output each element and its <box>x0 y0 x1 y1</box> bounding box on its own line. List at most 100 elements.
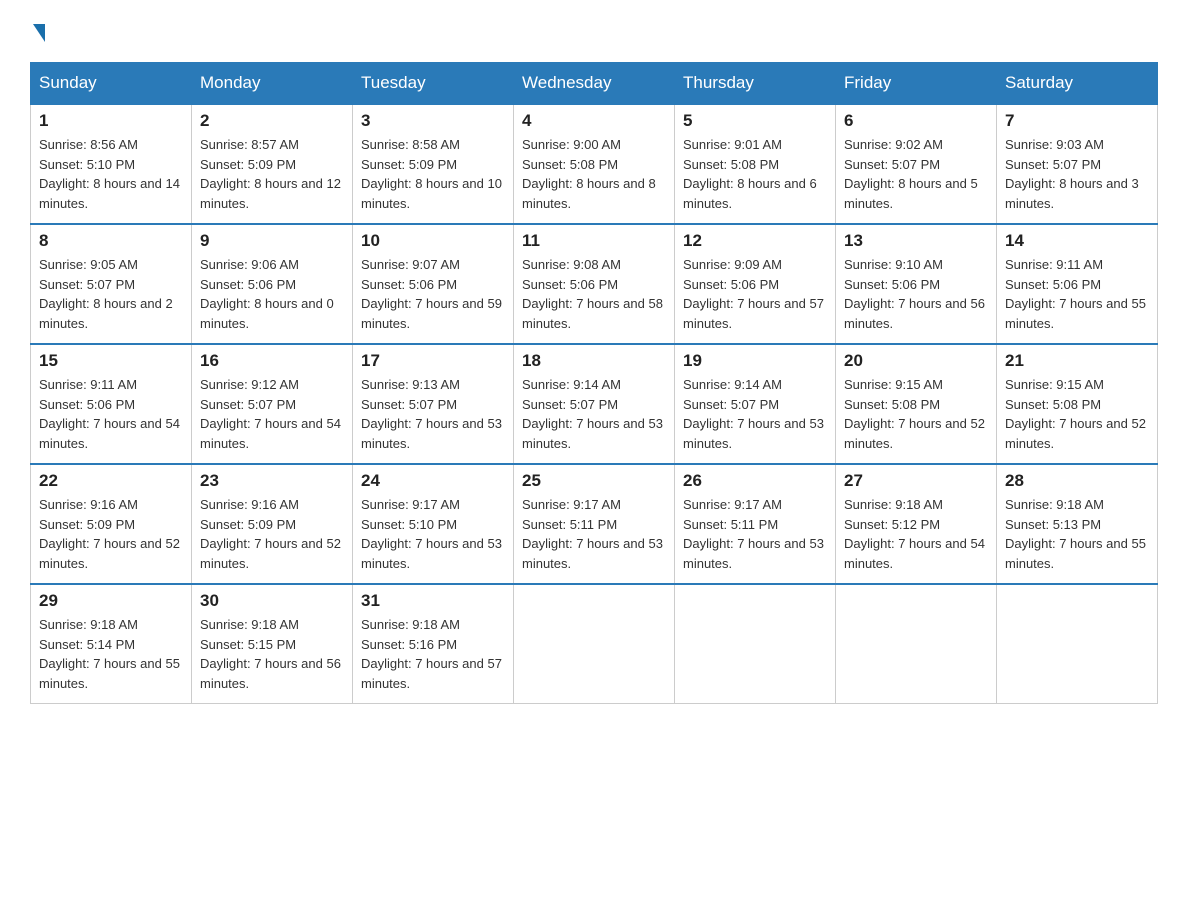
day-number: 7 <box>1005 111 1149 131</box>
day-number: 27 <box>844 471 988 491</box>
calendar-week-1: 1 Sunrise: 8:56 AM Sunset: 5:10 PM Dayli… <box>31 104 1158 224</box>
calendar-cell: 17 Sunrise: 9:13 AM Sunset: 5:07 PM Dayl… <box>353 344 514 464</box>
calendar-cell: 3 Sunrise: 8:58 AM Sunset: 5:09 PM Dayli… <box>353 104 514 224</box>
day-info: Sunrise: 9:18 AM Sunset: 5:13 PM Dayligh… <box>1005 495 1149 573</box>
day-info: Sunrise: 9:17 AM Sunset: 5:11 PM Dayligh… <box>683 495 827 573</box>
day-number: 20 <box>844 351 988 371</box>
calendar-cell <box>514 584 675 704</box>
day-number: 29 <box>39 591 183 611</box>
day-info: Sunrise: 9:12 AM Sunset: 5:07 PM Dayligh… <box>200 375 344 453</box>
header-wednesday: Wednesday <box>514 63 675 105</box>
calendar-cell: 13 Sunrise: 9:10 AM Sunset: 5:06 PM Dayl… <box>836 224 997 344</box>
day-info: Sunrise: 9:07 AM Sunset: 5:06 PM Dayligh… <box>361 255 505 333</box>
calendar-cell: 8 Sunrise: 9:05 AM Sunset: 5:07 PM Dayli… <box>31 224 192 344</box>
calendar-cell: 19 Sunrise: 9:14 AM Sunset: 5:07 PM Dayl… <box>675 344 836 464</box>
day-info: Sunrise: 9:09 AM Sunset: 5:06 PM Dayligh… <box>683 255 827 333</box>
calendar-cell: 4 Sunrise: 9:00 AM Sunset: 5:08 PM Dayli… <box>514 104 675 224</box>
day-info: Sunrise: 9:14 AM Sunset: 5:07 PM Dayligh… <box>522 375 666 453</box>
day-number: 25 <box>522 471 666 491</box>
day-info: Sunrise: 9:03 AM Sunset: 5:07 PM Dayligh… <box>1005 135 1149 213</box>
day-number: 16 <box>200 351 344 371</box>
calendar-cell: 6 Sunrise: 9:02 AM Sunset: 5:07 PM Dayli… <box>836 104 997 224</box>
calendar-cell: 9 Sunrise: 9:06 AM Sunset: 5:06 PM Dayli… <box>192 224 353 344</box>
day-number: 24 <box>361 471 505 491</box>
day-info: Sunrise: 8:57 AM Sunset: 5:09 PM Dayligh… <box>200 135 344 213</box>
day-info: Sunrise: 9:18 AM Sunset: 5:15 PM Dayligh… <box>200 615 344 693</box>
day-number: 26 <box>683 471 827 491</box>
day-info: Sunrise: 9:11 AM Sunset: 5:06 PM Dayligh… <box>39 375 183 453</box>
page-header <box>30 20 1158 42</box>
day-number: 13 <box>844 231 988 251</box>
calendar-cell: 30 Sunrise: 9:18 AM Sunset: 5:15 PM Dayl… <box>192 584 353 704</box>
day-number: 3 <box>361 111 505 131</box>
calendar-week-2: 8 Sunrise: 9:05 AM Sunset: 5:07 PM Dayli… <box>31 224 1158 344</box>
day-number: 6 <box>844 111 988 131</box>
calendar-cell: 25 Sunrise: 9:17 AM Sunset: 5:11 PM Dayl… <box>514 464 675 584</box>
day-info: Sunrise: 9:16 AM Sunset: 5:09 PM Dayligh… <box>200 495 344 573</box>
calendar-cell: 23 Sunrise: 9:16 AM Sunset: 5:09 PM Dayl… <box>192 464 353 584</box>
day-number: 15 <box>39 351 183 371</box>
day-number: 30 <box>200 591 344 611</box>
day-info: Sunrise: 9:15 AM Sunset: 5:08 PM Dayligh… <box>844 375 988 453</box>
calendar-cell: 16 Sunrise: 9:12 AM Sunset: 5:07 PM Dayl… <box>192 344 353 464</box>
day-number: 28 <box>1005 471 1149 491</box>
calendar-cell: 20 Sunrise: 9:15 AM Sunset: 5:08 PM Dayl… <box>836 344 997 464</box>
calendar-cell: 10 Sunrise: 9:07 AM Sunset: 5:06 PM Dayl… <box>353 224 514 344</box>
calendar-cell: 5 Sunrise: 9:01 AM Sunset: 5:08 PM Dayli… <box>675 104 836 224</box>
calendar-cell: 1 Sunrise: 8:56 AM Sunset: 5:10 PM Dayli… <box>31 104 192 224</box>
calendar-cell: 12 Sunrise: 9:09 AM Sunset: 5:06 PM Dayl… <box>675 224 836 344</box>
day-info: Sunrise: 9:14 AM Sunset: 5:07 PM Dayligh… <box>683 375 827 453</box>
calendar-cell: 18 Sunrise: 9:14 AM Sunset: 5:07 PM Dayl… <box>514 344 675 464</box>
calendar-cell: 27 Sunrise: 9:18 AM Sunset: 5:12 PM Dayl… <box>836 464 997 584</box>
day-number: 18 <box>522 351 666 371</box>
day-info: Sunrise: 9:18 AM Sunset: 5:14 PM Dayligh… <box>39 615 183 693</box>
calendar-week-3: 15 Sunrise: 9:11 AM Sunset: 5:06 PM Dayl… <box>31 344 1158 464</box>
day-number: 11 <box>522 231 666 251</box>
day-number: 8 <box>39 231 183 251</box>
day-info: Sunrise: 9:15 AM Sunset: 5:08 PM Dayligh… <box>1005 375 1149 453</box>
day-info: Sunrise: 9:00 AM Sunset: 5:08 PM Dayligh… <box>522 135 666 213</box>
day-info: Sunrise: 9:01 AM Sunset: 5:08 PM Dayligh… <box>683 135 827 213</box>
calendar-cell: 7 Sunrise: 9:03 AM Sunset: 5:07 PM Dayli… <box>997 104 1158 224</box>
day-info: Sunrise: 9:08 AM Sunset: 5:06 PM Dayligh… <box>522 255 666 333</box>
calendar-week-5: 29 Sunrise: 9:18 AM Sunset: 5:14 PM Dayl… <box>31 584 1158 704</box>
calendar-week-4: 22 Sunrise: 9:16 AM Sunset: 5:09 PM Dayl… <box>31 464 1158 584</box>
calendar-cell: 2 Sunrise: 8:57 AM Sunset: 5:09 PM Dayli… <box>192 104 353 224</box>
calendar-cell <box>675 584 836 704</box>
calendar-cell: 15 Sunrise: 9:11 AM Sunset: 5:06 PM Dayl… <box>31 344 192 464</box>
header-monday: Monday <box>192 63 353 105</box>
day-number: 1 <box>39 111 183 131</box>
day-info: Sunrise: 9:16 AM Sunset: 5:09 PM Dayligh… <box>39 495 183 573</box>
day-number: 22 <box>39 471 183 491</box>
calendar-cell: 24 Sunrise: 9:17 AM Sunset: 5:10 PM Dayl… <box>353 464 514 584</box>
header-saturday: Saturday <box>997 63 1158 105</box>
day-info: Sunrise: 9:11 AM Sunset: 5:06 PM Dayligh… <box>1005 255 1149 333</box>
calendar-cell <box>836 584 997 704</box>
day-info: Sunrise: 9:02 AM Sunset: 5:07 PM Dayligh… <box>844 135 988 213</box>
day-number: 10 <box>361 231 505 251</box>
day-info: Sunrise: 9:10 AM Sunset: 5:06 PM Dayligh… <box>844 255 988 333</box>
header-sunday: Sunday <box>31 63 192 105</box>
calendar-cell: 14 Sunrise: 9:11 AM Sunset: 5:06 PM Dayl… <box>997 224 1158 344</box>
day-info: Sunrise: 9:06 AM Sunset: 5:06 PM Dayligh… <box>200 255 344 333</box>
calendar-cell: 28 Sunrise: 9:18 AM Sunset: 5:13 PM Dayl… <box>997 464 1158 584</box>
day-number: 19 <box>683 351 827 371</box>
day-info: Sunrise: 9:18 AM Sunset: 5:12 PM Dayligh… <box>844 495 988 573</box>
calendar-cell: 26 Sunrise: 9:17 AM Sunset: 5:11 PM Dayl… <box>675 464 836 584</box>
calendar-header-row: SundayMondayTuesdayWednesdayThursdayFrid… <box>31 63 1158 105</box>
day-info: Sunrise: 9:05 AM Sunset: 5:07 PM Dayligh… <box>39 255 183 333</box>
calendar-cell: 31 Sunrise: 9:18 AM Sunset: 5:16 PM Dayl… <box>353 584 514 704</box>
calendar-cell: 22 Sunrise: 9:16 AM Sunset: 5:09 PM Dayl… <box>31 464 192 584</box>
header-thursday: Thursday <box>675 63 836 105</box>
day-number: 2 <box>200 111 344 131</box>
logo-arrow-icon <box>33 24 45 42</box>
calendar-cell: 21 Sunrise: 9:15 AM Sunset: 5:08 PM Dayl… <box>997 344 1158 464</box>
day-number: 23 <box>200 471 344 491</box>
calendar-cell <box>997 584 1158 704</box>
day-number: 12 <box>683 231 827 251</box>
day-number: 31 <box>361 591 505 611</box>
day-number: 5 <box>683 111 827 131</box>
day-info: Sunrise: 8:58 AM Sunset: 5:09 PM Dayligh… <box>361 135 505 213</box>
logo <box>30 20 45 42</box>
logo-top <box>30 20 45 42</box>
